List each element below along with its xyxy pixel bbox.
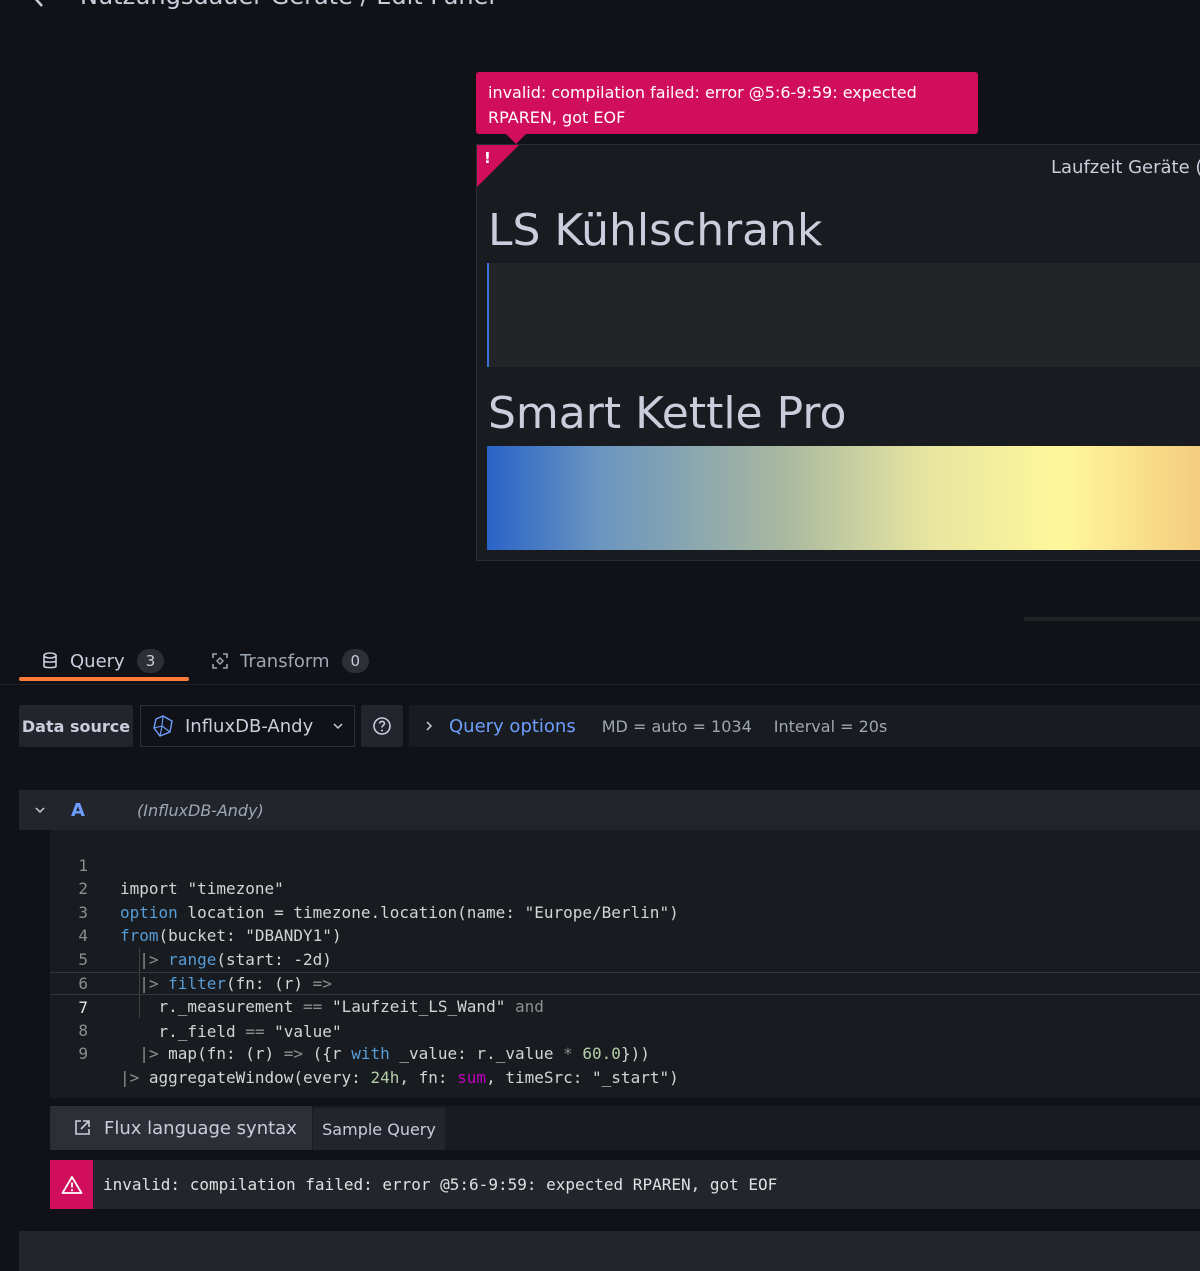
influxdb-icon — [153, 715, 173, 737]
query-options-title: Query options — [449, 715, 576, 737]
query-ref-id[interactable]: A — [71, 800, 137, 821]
datasource-help-button[interactable] — [361, 705, 403, 747]
chevron-right-icon — [426, 721, 433, 731]
panel-title[interactable]: Laufzeit Geräte ( — [1051, 157, 1200, 178]
code-text: |> aggregateWindow(every: 24h, fn: sum, … — [120, 1067, 679, 1087]
database-icon — [43, 652, 57, 669]
transform-count-badge: 0 — [341, 649, 370, 673]
query-datasource-name: (InfluxDB-Andy) — [137, 800, 264, 820]
gauge-label: LS Kühlschrank — [488, 205, 823, 256]
resize-handle[interactable] — [1024, 617, 1200, 621]
next-query-row[interactable] — [19, 1231, 1200, 1271]
code-line: 8 |> map(fn: (r) => ({r with _value: r._… — [50, 995, 1200, 1064]
datasource-label: Data source — [19, 705, 133, 747]
collapse-chevron-icon[interactable] — [33, 803, 47, 817]
code-line: 2 option location = timezone.location(na… — [50, 854, 1200, 922]
code-line: 1 import "timezone" — [50, 830, 1200, 899]
datasource-selected: InfluxDB-Andy — [185, 715, 314, 737]
page-title: Nutzungsdauer Geräte / Edit Panel — [80, 0, 495, 8]
query-count-badge: 3 — [136, 649, 165, 673]
max-data-points: MD = auto = 1034 — [601, 716, 752, 736]
query-error-alert: invalid: compilation failed: error @5:6-… — [50, 1160, 1200, 1209]
query-options-toggle[interactable]: Query options MD = auto = 1034 Interval … — [409, 705, 1200, 747]
gauge-label: Smart Kettle Pro — [488, 388, 847, 439]
query-row-header[interactable]: A (InfluxDB-Andy) — [19, 790, 1200, 830]
sample-query-button[interactable]: Sample Query — [313, 1108, 445, 1150]
gauge-bar-filled — [487, 446, 1200, 550]
external-link-icon — [75, 1120, 90, 1135]
code-line: 9 |> aggregateWindow(every: 24h, fn: sum… — [50, 1019, 1200, 1087]
chevron-down-icon — [333, 723, 343, 730]
code-editor[interactable]: 1 import "timezone" 2 option location = … — [50, 830, 1200, 1098]
tab-query-label: Query — [70, 650, 125, 672]
datasource-picker[interactable]: InfluxDB-Andy — [140, 705, 355, 747]
flux-syntax-label: Flux language syntax — [104, 1117, 297, 1139]
code-line: 3 from(bucket: "DBANDY1") — [50, 877, 1200, 946]
back-arrow-icon[interactable] — [28, 0, 50, 8]
transform-icon — [212, 653, 228, 669]
code-line: 4 |> range(start: -2d) — [50, 901, 1200, 969]
tab-transform-label: Transform — [240, 650, 330, 672]
question-circle-icon — [373, 717, 391, 735]
tab-transform[interactable]: Transform 0 — [210, 646, 370, 676]
tab-query[interactable]: Query 3 — [40, 646, 165, 676]
error-icon-box — [50, 1160, 93, 1209]
error-tooltip: invalid: compilation failed: error @5:6-… — [476, 72, 978, 144]
flux-syntax-link[interactable]: Flux language syntax — [50, 1106, 312, 1150]
interval: Interval = 20s — [773, 716, 888, 736]
error-message: invalid: compilation failed: error @5:6-… — [103, 1175, 778, 1194]
code-text: |> map(fn: (r) => ({r with _value: r._va… — [139, 1044, 650, 1064]
error-exclamation-icon: ! — [484, 149, 491, 167]
gauge-bar-empty — [487, 263, 1200, 367]
code-line-active: 7 r._field == "value" — [50, 971, 1200, 1041]
code-line: 6 r._measurement == "Laufzeit_LS_Wand" a… — [50, 948, 1200, 1017]
panel-preview: ! Laufzeit Geräte ( LS Kühlschrank Smart… — [476, 144, 1200, 561]
warning-triangle-icon — [61, 1175, 82, 1194]
active-tab-indicator — [19, 677, 189, 681]
code-line: 5 |> filter(fn: (r) => — [50, 924, 1200, 993]
